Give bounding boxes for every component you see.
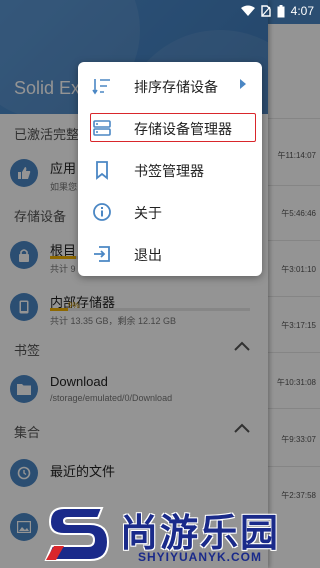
battery-icon [277, 4, 285, 17]
storage-manager-icon [93, 120, 111, 136]
menu-item-label: 存储设备管理器 [134, 121, 232, 137]
overflow-menu: 排序存储设备 存储设备管理器 书签管理器 关于 退出 [78, 62, 262, 276]
menu-item-label: 退出 [134, 247, 162, 263]
menu-item-label: 书签管理器 [134, 163, 204, 179]
menu-item-about[interactable]: 关于 [78, 190, 262, 232]
menu-item-exit[interactable]: 退出 [78, 232, 262, 274]
caret-right-icon [240, 79, 246, 89]
info-icon [93, 203, 111, 221]
no-sim-icon [260, 5, 271, 17]
menu-item-label: 排序存储设备 [134, 79, 218, 95]
status-icons: 4:07 [240, 4, 314, 18]
menu-item-sort-storage[interactable]: 排序存储设备 [78, 64, 262, 106]
wifi-icon [240, 5, 255, 16]
watermark-text: 尚游乐园 [120, 511, 281, 555]
status-time: 4:07 [290, 4, 314, 18]
watermark-logo-icon [44, 507, 110, 561]
sort-icon [92, 79, 110, 95]
bookmark-icon [96, 161, 108, 180]
menu-item-storage-manager[interactable]: 存储设备管理器 [78, 106, 262, 148]
watermark: 尚游乐园 SHYIYUANYK.COM [44, 500, 320, 568]
menu-item-label: 关于 [134, 205, 162, 221]
exit-icon [94, 246, 110, 262]
menu-item-bookmark-manager[interactable]: 书签管理器 [78, 148, 262, 190]
watermark-url: SHYIYUANYK.COM [138, 550, 263, 564]
